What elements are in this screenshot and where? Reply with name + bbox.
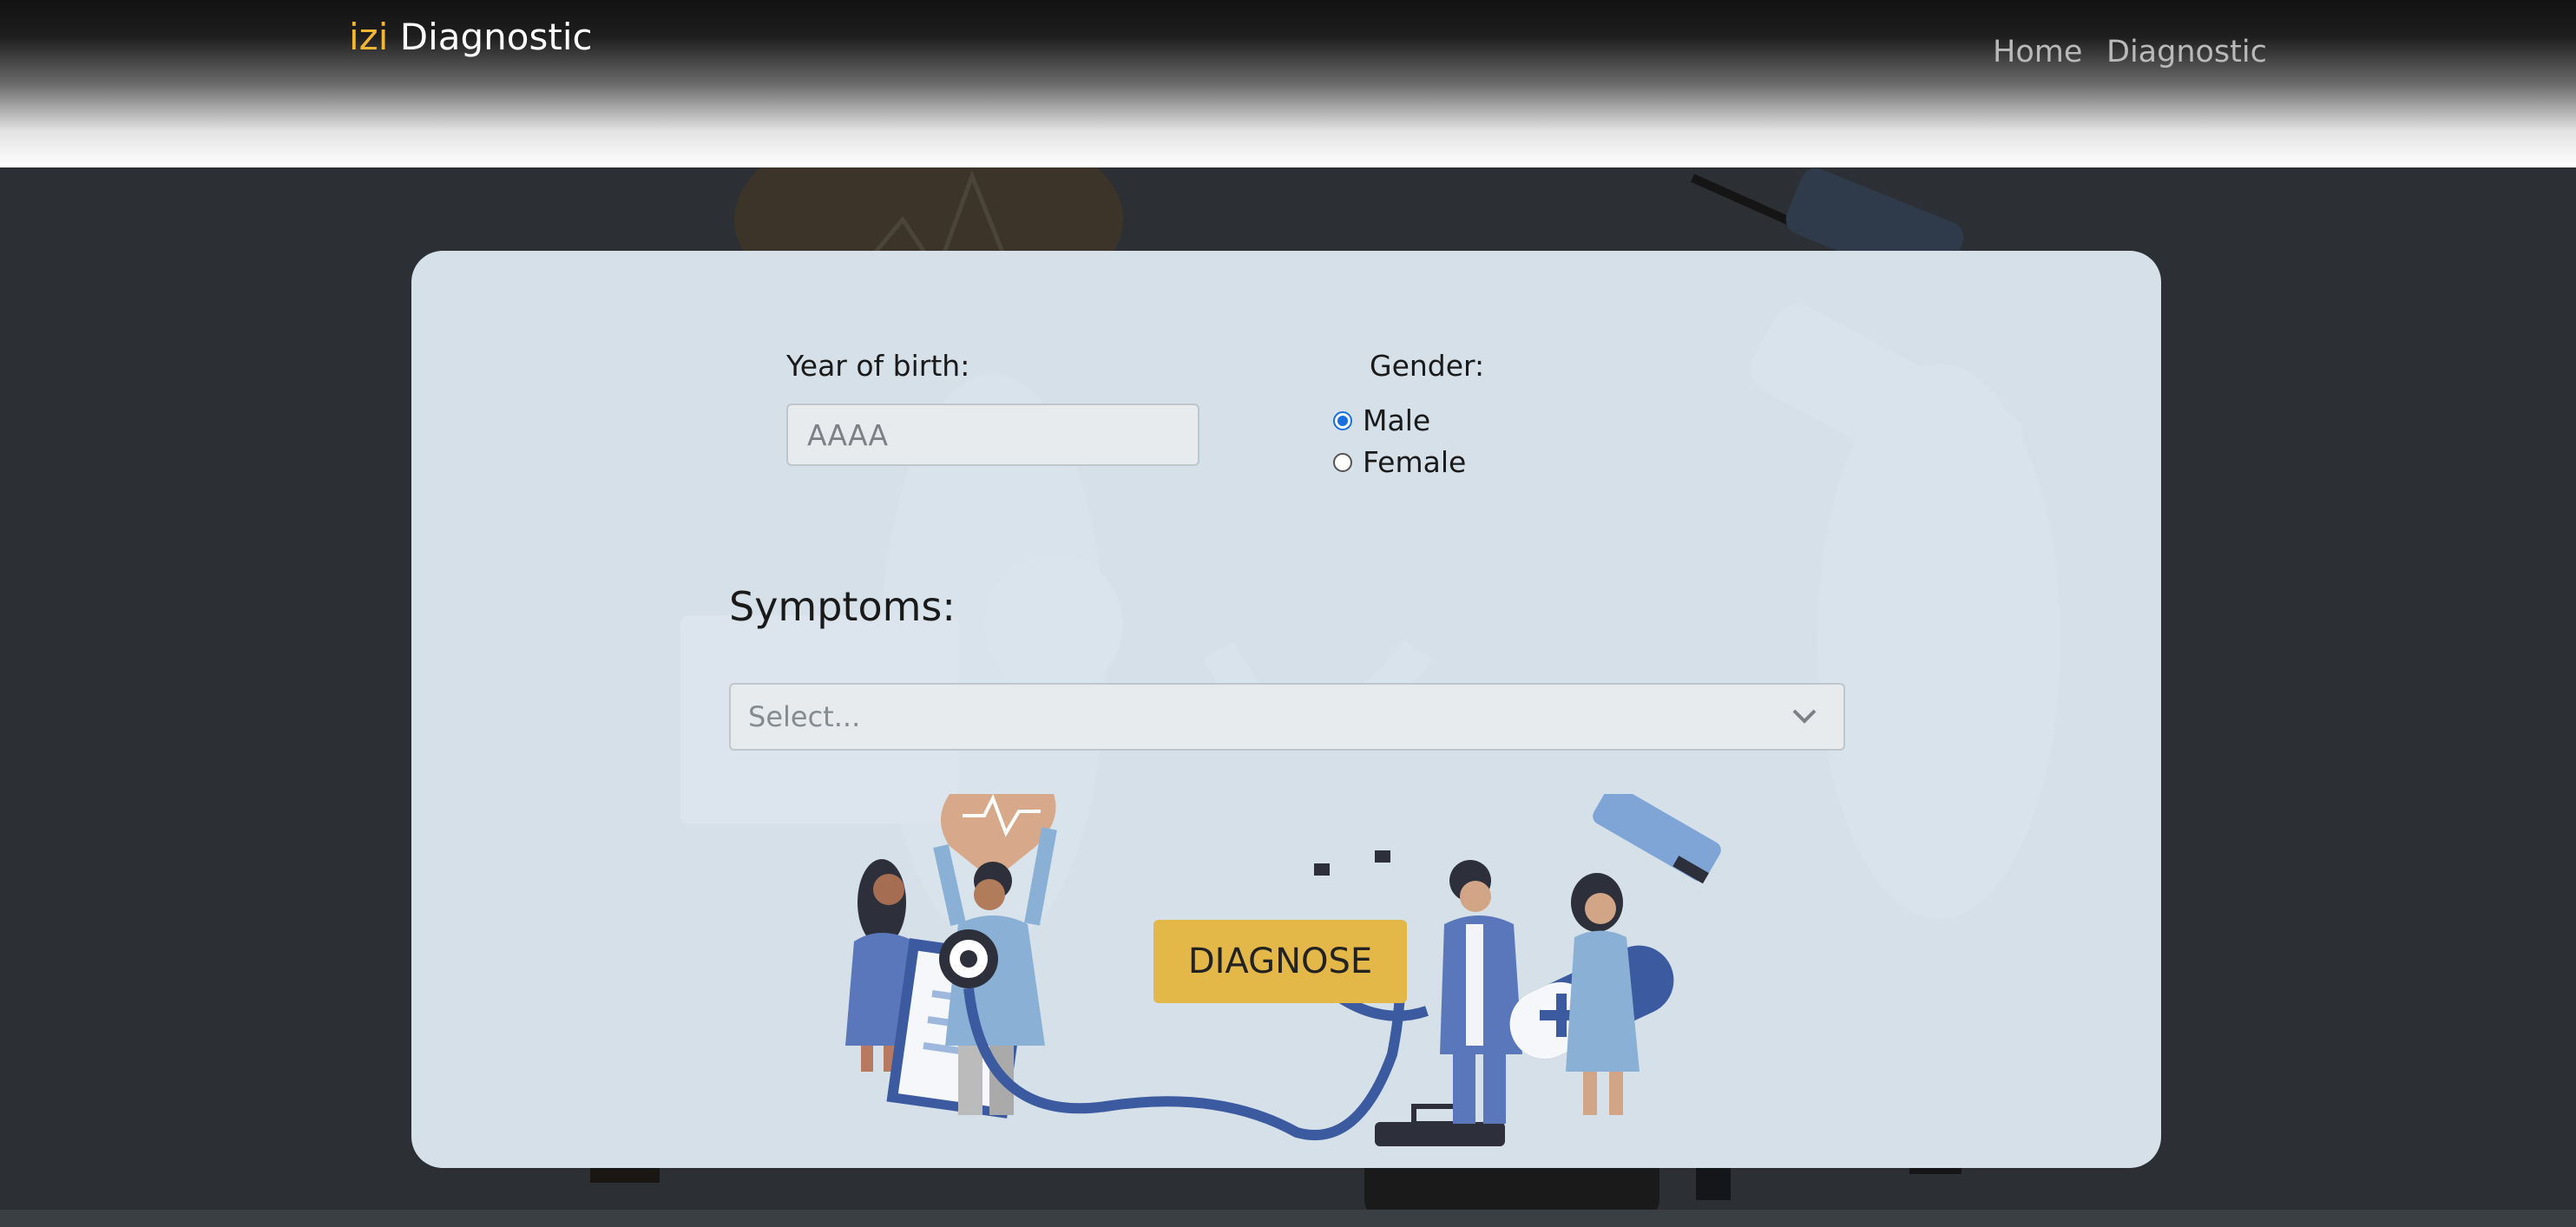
female-radio[interactable] bbox=[1333, 452, 1352, 472]
year-of-birth-label: Year of birth: bbox=[786, 349, 970, 383]
male-radio[interactable] bbox=[1333, 410, 1352, 430]
male-radio-label: Male bbox=[1363, 404, 1431, 437]
navbar: izi Diagnostic Home Diagnostic bbox=[0, 0, 2576, 167]
diagnostic-form-card: Year of birth: Gender: Male Female Sympt… bbox=[411, 251, 2161, 1168]
gender-option-male[interactable]: Male bbox=[1333, 404, 1430, 437]
symptoms-select[interactable]: Select... bbox=[729, 683, 1845, 751]
brand-logo[interactable]: izi Diagnostic bbox=[349, 16, 593, 58]
year-of-birth-input[interactable] bbox=[786, 404, 1199, 466]
female-radio-label: Female bbox=[1363, 445, 1467, 479]
nav-link-home[interactable]: Home bbox=[1993, 35, 2082, 69]
brand-accent: izi bbox=[349, 16, 389, 58]
chevron-down-icon[interactable] bbox=[1791, 707, 1817, 725]
bottom-strip bbox=[0, 1210, 2576, 1227]
brand-name: Diagnostic bbox=[399, 16, 593, 58]
nav-link-diagnostic[interactable]: Diagnostic bbox=[2106, 35, 2267, 69]
gender-label: Gender: bbox=[1370, 349, 1485, 383]
symptoms-label: Symptoms: bbox=[729, 583, 956, 630]
gender-option-female[interactable]: Female bbox=[1333, 445, 1466, 479]
diagnose-button[interactable]: DIAGNOSE bbox=[1153, 920, 1407, 1003]
symptoms-select-placeholder: Select... bbox=[748, 700, 861, 733]
